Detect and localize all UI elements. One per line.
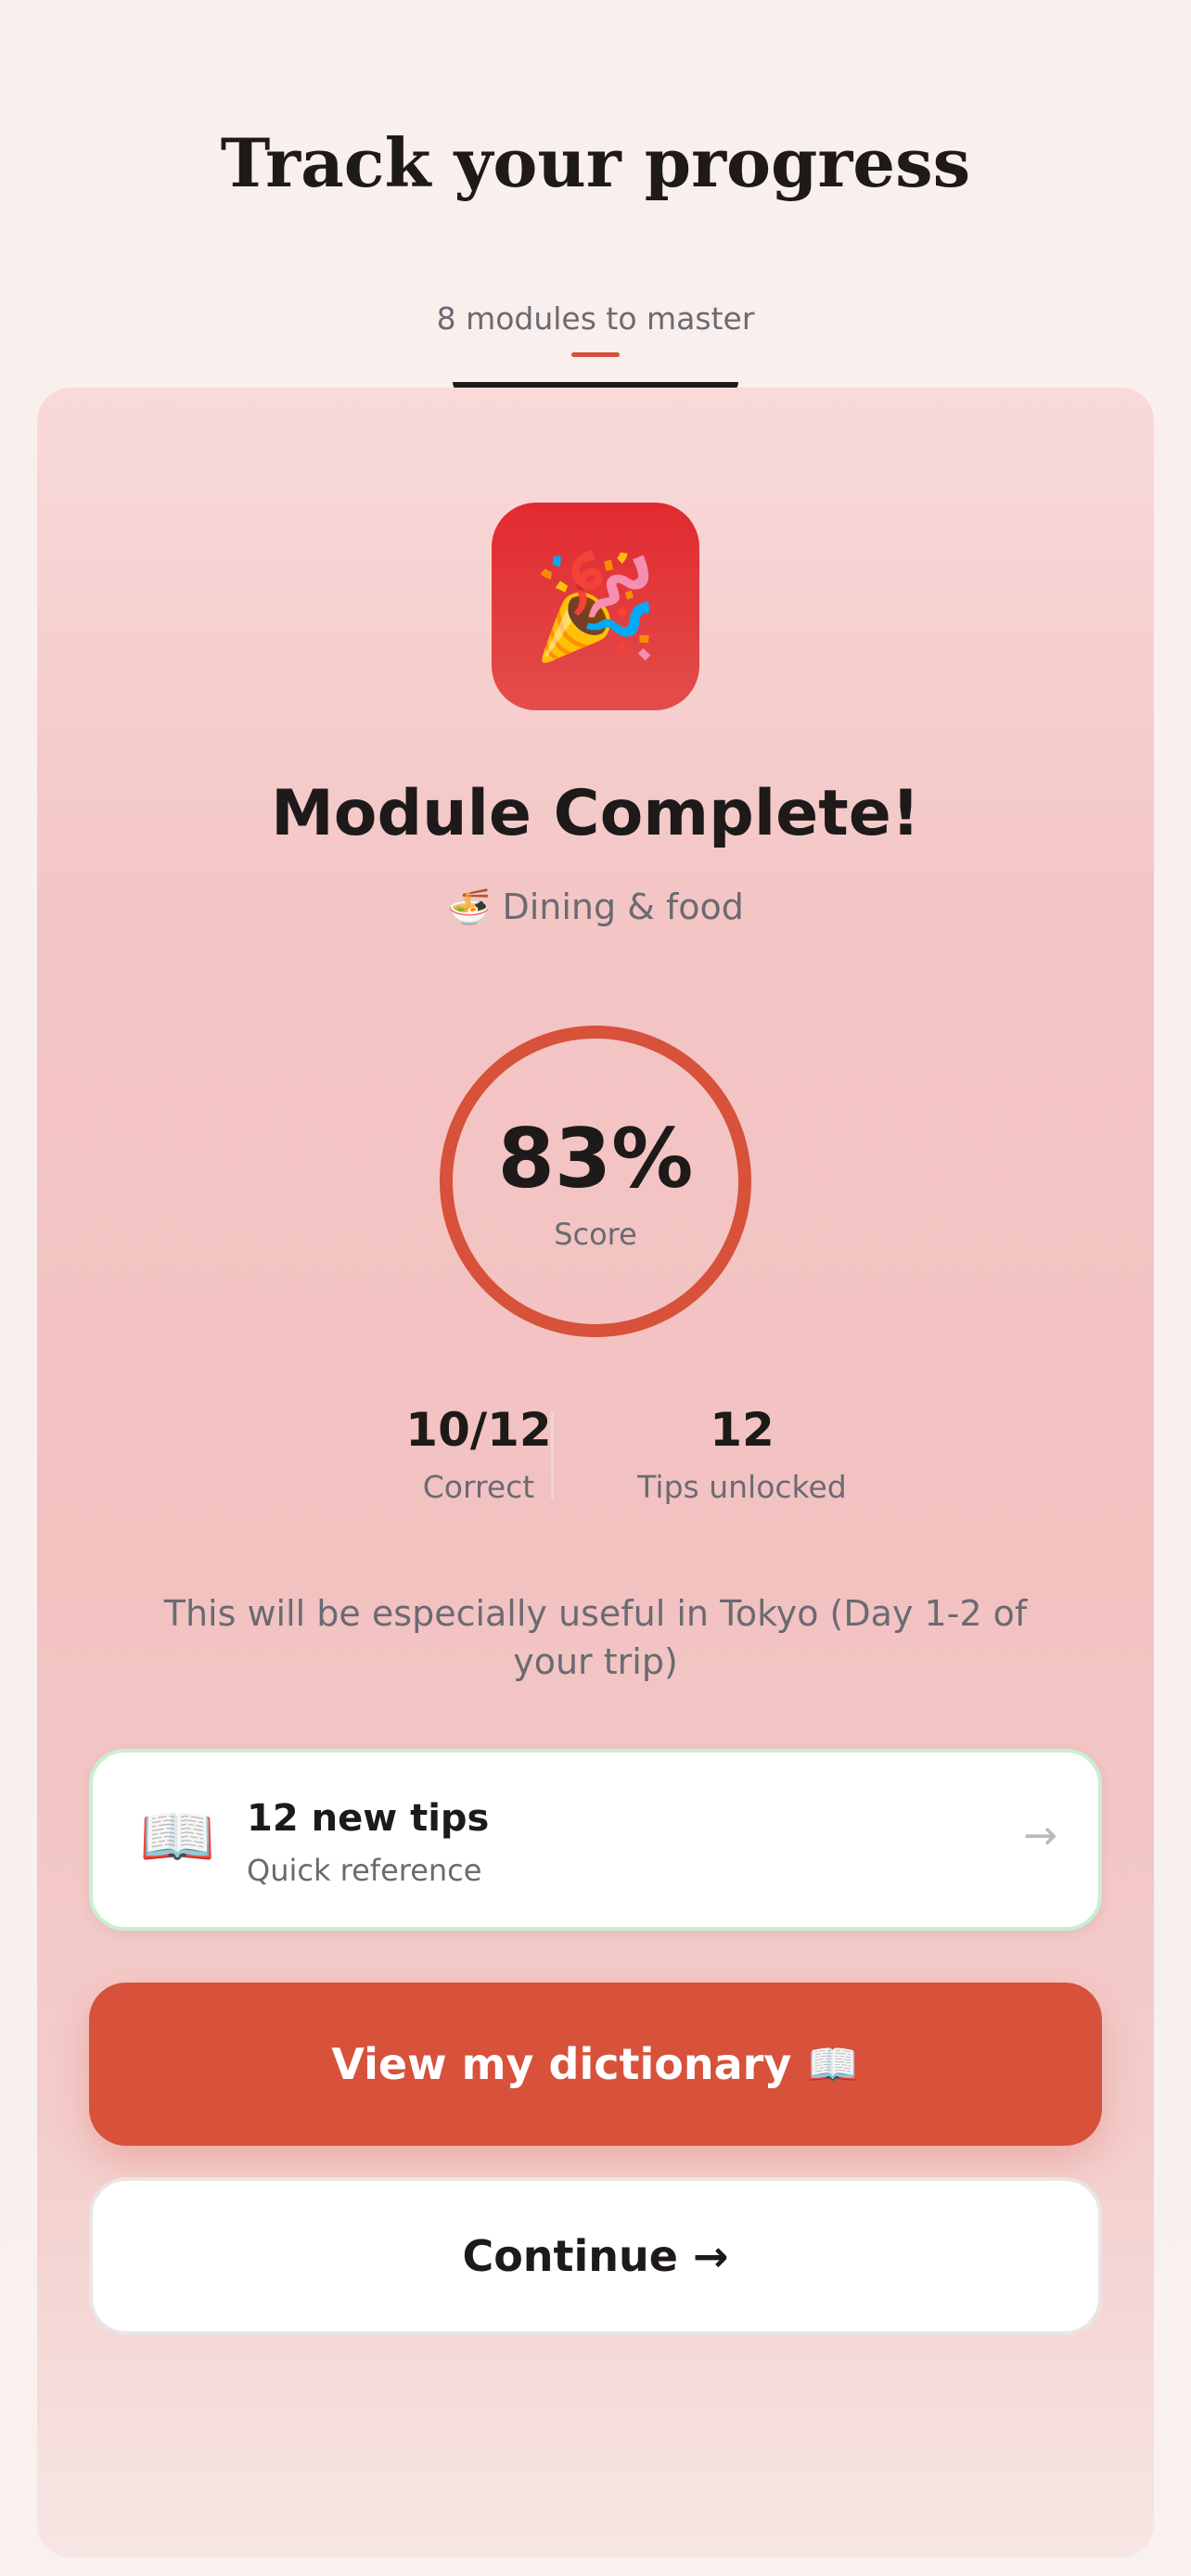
module-complete-card: 🎉 Module Complete! 🍜 Dining & food 83% S… (37, 388, 1154, 2557)
stats-divider (551, 1411, 554, 1498)
continue-button[interactable]: Continue → (89, 2177, 1102, 2335)
score-value: 83% (497, 1111, 694, 1206)
page-title: Track your progress (220, 123, 971, 202)
trip-note: This will be especially useful in Tokyo … (163, 1593, 1028, 1682)
stat-tips-unlocked: 12 Tips unlocked (594, 1400, 890, 1505)
view-dictionary-button[interactable]: View my dictionary 📖 (89, 1983, 1102, 2146)
stat-correct: 10/12 Correct (349, 1400, 608, 1505)
page-subtitle: 8 modules to master (436, 300, 755, 337)
header: Track your progress 8 modules to master (0, 0, 1191, 389)
correct-value: 10/12 (405, 1403, 552, 1457)
new-tips-subtitle: Quick reference (247, 1853, 482, 1888)
title-underline (571, 352, 620, 357)
arrow-right-icon: → (1023, 1812, 1057, 1859)
new-tips-card[interactable]: 📖 12 new tips Quick reference → (89, 1749, 1102, 1931)
open-book-icon: 📖 (139, 1801, 216, 1872)
correct-label: Correct (422, 1469, 535, 1505)
party-popper-icon: 🎉 (492, 503, 699, 710)
new-tips-title: 12 new tips (247, 1797, 490, 1840)
tips-unlocked-value: 12 (710, 1403, 775, 1457)
module-category: 🍜 Dining & food (447, 886, 744, 927)
module-complete-title: Module Complete! (271, 777, 920, 850)
tips-unlocked-label: Tips unlocked (637, 1469, 847, 1505)
score-label: Score (554, 1217, 637, 1252)
